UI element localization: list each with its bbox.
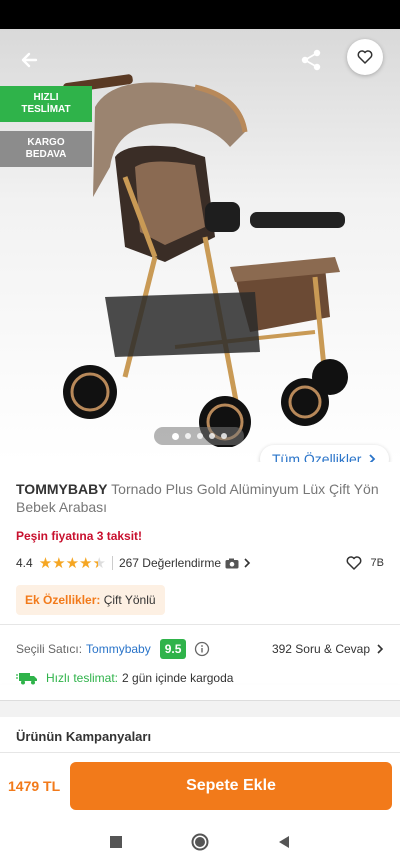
delivery-row: Hızlı teslimat: 2 gün içinde kargoda: [0, 659, 400, 685]
fast-delivery-badge: HIZLI TESLİMAT: [0, 86, 92, 122]
seller-name-link[interactable]: Tommybaby: [86, 642, 151, 656]
badge-line: HIZLI: [33, 92, 59, 103]
price: 1479 TL: [8, 777, 61, 794]
like-button[interactable]: 7B: [345, 554, 384, 572]
star-icon: ★: [38, 554, 53, 572]
badge-line: KARGO: [27, 137, 65, 148]
free-shipping-badge: KARGO BEDAVA: [0, 131, 92, 167]
chevron-right-icon: [369, 454, 376, 462]
heart-icon: [357, 50, 373, 64]
reviews-count: 267 Değerlendirme: [118, 556, 222, 570]
section-spacer: [0, 701, 400, 717]
share-icon[interactable]: [296, 45, 326, 75]
pagination-dot[interactable]: [184, 433, 191, 439]
chevron-right-icon: [244, 558, 251, 568]
badge-line: BEDAVA: [25, 149, 67, 160]
camera-icon: [225, 558, 239, 568]
star-icon: ★: [65, 554, 80, 572]
info-icon[interactable]: [194, 641, 210, 657]
stroller-image: [63, 74, 348, 447]
delivery-label: Hızlı teslimat:: [46, 671, 119, 685]
product-image-gallery[interactable]: HIZLI TESLİMAT KARGO BEDAVA Tüm Özellikl…: [0, 29, 400, 462]
all-features-link[interactable]: Tüm Özellikler: [260, 445, 390, 462]
product-brand[interactable]: TOMMYBABY: [16, 481, 108, 497]
installment-text: Peşin fiyatına 3 taksit!: [16, 529, 143, 543]
add-to-cart-button[interactable]: Sepete Ekle: [70, 761, 392, 810]
reviews-link[interactable]: 267 Değerlendirme: [119, 556, 251, 570]
extra-features-label: Ek Özellikler:: [25, 593, 101, 607]
star-icon: ★: [79, 554, 93, 572]
heart-icon: [346, 556, 361, 570]
questions-answers-label: 392 Soru & Cevap: [271, 642, 370, 656]
questions-answers-link[interactable]: 392 Soru & Cevap: [272, 642, 384, 656]
product-info: TOMMYBABY Tornado Plus Gold Alüminyum Lü…: [0, 462, 400, 615]
seller-row: Seçili Satıcı: Tommybaby 9.5 392 Soru & …: [0, 625, 400, 659]
extra-features-value: Çift Yönlü: [103, 593, 156, 607]
extra-features-chip[interactable]: Ek Özellikler: Çift Yönlü: [16, 585, 165, 615]
pagination-dot[interactable]: [220, 433, 227, 439]
badge-line: TESLİMAT: [21, 104, 71, 115]
rating-stars: ★ ★ ★ ★ ★: [39, 556, 106, 571]
pagination-dot[interactable]: [208, 433, 215, 439]
pagination-dot[interactable]: [196, 433, 203, 439]
divider: [111, 556, 113, 570]
product-title: TOMMYBABY Tornado Plus Gold Alüminyum Lü…: [16, 480, 384, 516]
like-count: 7B: [370, 557, 384, 569]
home-icon[interactable]: [191, 833, 209, 851]
back-arrow-icon[interactable]: [14, 45, 44, 75]
star-icon: ★: [52, 554, 66, 572]
seller-score-badge: 9.5: [159, 639, 187, 659]
back-icon[interactable]: [277, 835, 291, 849]
star-icon: ★: [92, 554, 106, 572]
bottom-action-bar: 1479 TL Sepete Ekle: [0, 752, 400, 818]
rating-value: 4.4: [16, 556, 33, 570]
truck-icon: [16, 673, 37, 685]
chevron-right-icon: [377, 644, 384, 654]
all-features-label: Tüm Özellikler: [272, 451, 362, 462]
system-navigation-bar: [0, 818, 400, 866]
delivery-value: 2 gün içinde kargoda: [122, 671, 234, 685]
rating-row: 4.4 ★ ★ ★ ★ ★ 267 Değerlendirme 7B: [16, 553, 384, 573]
recent-apps-icon[interactable]: [109, 835, 123, 849]
section-divider: [0, 685, 400, 701]
favorite-button[interactable]: [347, 39, 383, 75]
image-pagination[interactable]: [154, 427, 244, 445]
seller-label: Seçili Satıcı:: [16, 642, 83, 656]
section-divider: [0, 615, 400, 625]
pagination-dot[interactable]: [171, 432, 179, 440]
status-bar: [0, 0, 400, 29]
campaigns-title: Ürünün Kampanyaları: [0, 717, 400, 749]
